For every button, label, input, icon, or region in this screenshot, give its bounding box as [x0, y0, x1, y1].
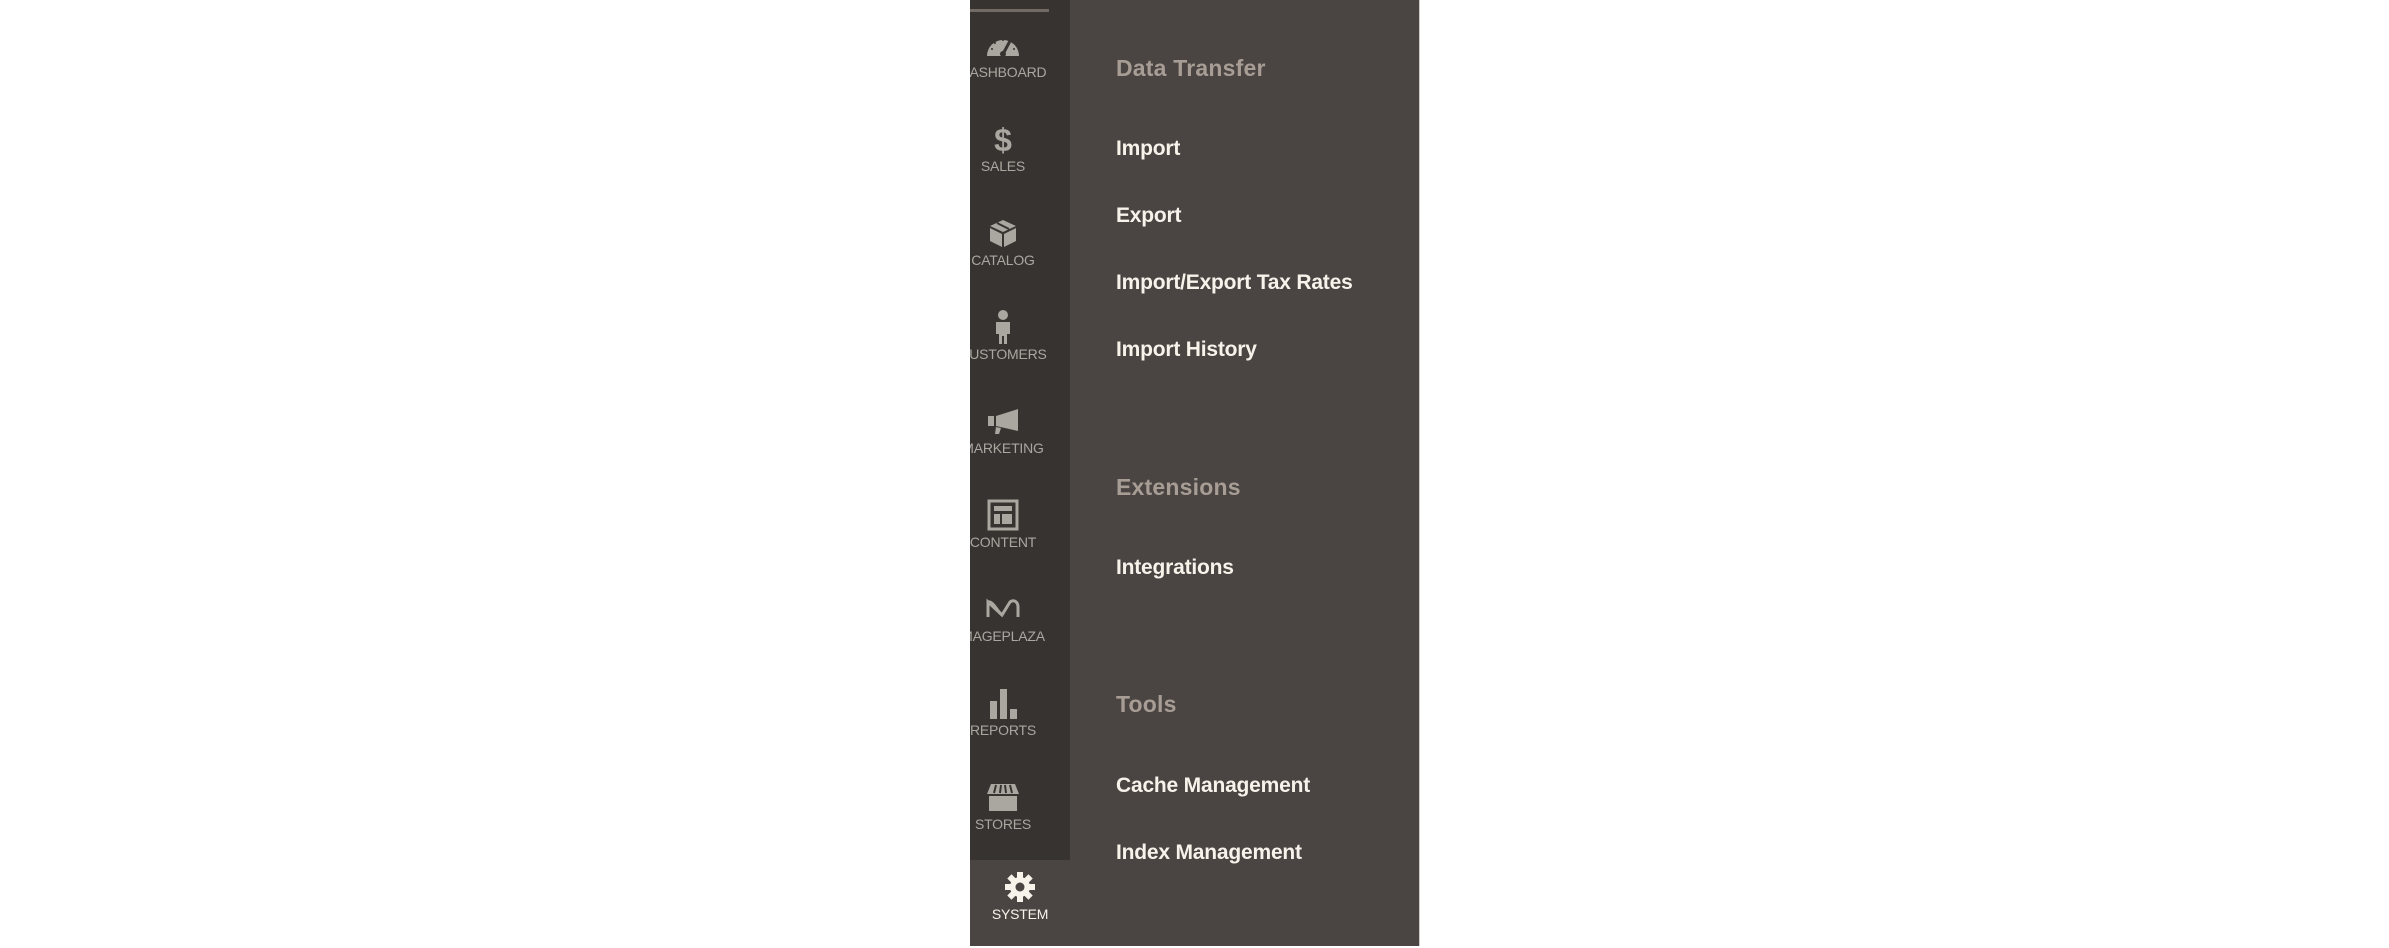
menu-link-import-history[interactable]: Import History: [1116, 338, 1257, 362]
menu-link-index-management[interactable]: Index Management: [1116, 841, 1302, 865]
nav-item-catalog[interactable]: CATALOG: [970, 212, 1056, 306]
nav-item-content[interactable]: CONTENT: [970, 494, 1056, 588]
nav-item-dashboard[interactable]: DASHBOARD: [970, 24, 1056, 118]
section-heading-extensions: Extensions: [1116, 474, 1241, 500]
menu-link-cache-management[interactable]: Cache Management: [1116, 774, 1310, 798]
section-heading-data-transfer: Data Transfer: [1116, 55, 1266, 81]
nav-label: CONTENT: [970, 534, 1037, 550]
box-icon: [983, 216, 1023, 250]
menu-link-import[interactable]: Import: [1116, 137, 1180, 161]
admin-sidebar: DASHBOARD $ SALES CATALOG CUSTOMERS MARK…: [970, 0, 1070, 946]
nav-item-system[interactable]: SYSTEM: [970, 860, 1070, 946]
nav-label: CATALOG: [971, 252, 1035, 268]
nav-item-sales[interactable]: $ SALES: [970, 118, 1056, 212]
dollar-icon: $: [983, 122, 1023, 156]
nav-item-marketing[interactable]: MARKETING: [970, 400, 1056, 494]
menu-link-export[interactable]: Export: [1116, 204, 1182, 228]
nav-label: SYSTEM: [991, 906, 1049, 922]
nav-item-customers[interactable]: CUSTOMERS: [970, 306, 1056, 400]
svg-text:$: $: [994, 123, 1012, 155]
nav-label: DASHBOARD: [970, 64, 1047, 80]
system-submenu-panel: Data Transfer Import Export Import/Expor…: [1070, 0, 1420, 946]
sidebar-divider: [970, 9, 1049, 12]
section-heading-tools: Tools: [1116, 691, 1177, 717]
nav-label: REPORTS: [970, 722, 1037, 738]
dashboard-gauge-icon: [983, 28, 1023, 62]
nav-label: CUSTOMERS: [970, 346, 1047, 362]
nav-label: STORES: [974, 816, 1032, 832]
megaphone-icon: [983, 404, 1023, 438]
menu-link-import-export-tax-rates[interactable]: Import/Export Tax Rates: [1116, 271, 1353, 295]
bar-chart-icon: [983, 686, 1023, 720]
nav-label: SALES: [980, 158, 1026, 174]
nav-item-reports[interactable]: REPORTS: [970, 682, 1056, 776]
menu-link-integrations[interactable]: Integrations: [1116, 556, 1234, 580]
nav-item-mageplaza[interactable]: MAGEPLAZA: [970, 588, 1056, 682]
storefront-icon: [983, 780, 1023, 814]
nav-item-stores[interactable]: STORES: [970, 776, 1056, 870]
nav-label: MARKETING: [970, 440, 1044, 456]
person-icon: [983, 310, 1023, 344]
mageplaza-logo-icon: [983, 592, 1023, 626]
layout-icon: [983, 498, 1023, 532]
gear-icon: [1000, 870, 1040, 904]
nav-label: MAGEPLAZA: [970, 628, 1045, 644]
